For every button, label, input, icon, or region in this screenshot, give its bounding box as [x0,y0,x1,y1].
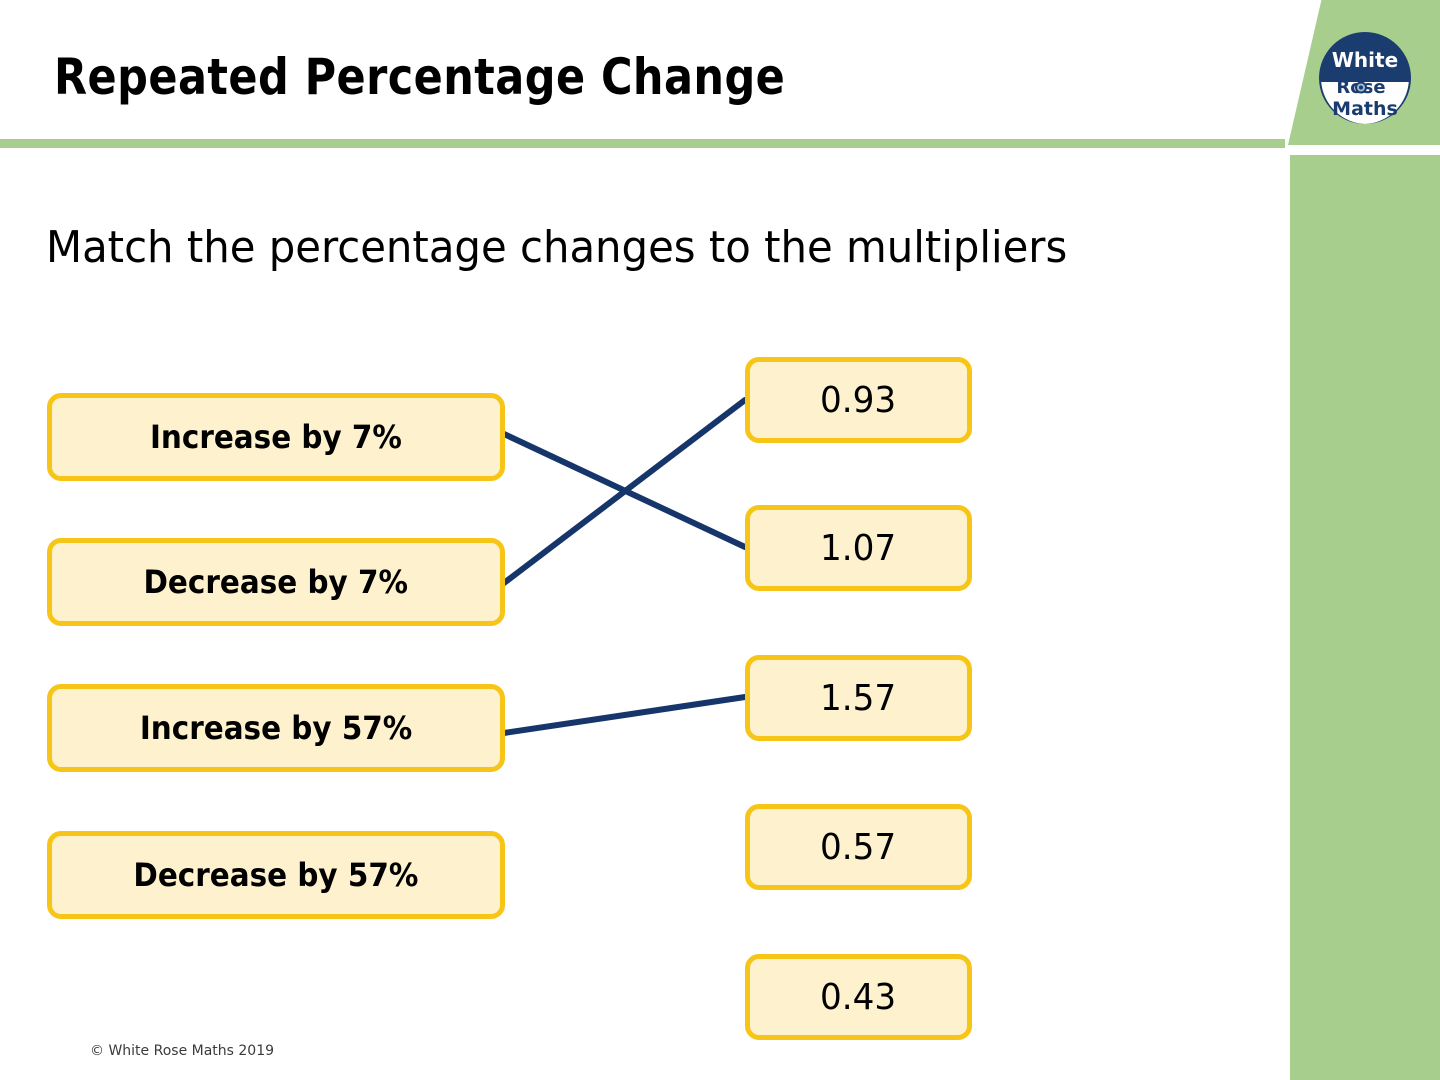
connector-line[interactable] [501,431,748,550]
percentage-change-label: Increase by 7% [150,418,402,456]
multiplier-card[interactable]: 0.93 [745,357,972,443]
page-title: Repeated Percentage Change [54,48,786,106]
percentage-change-label: Increase by 57% [139,709,413,747]
logo-line-white: White [1332,48,1398,72]
white-rose-maths-logo: White Rose Maths [1317,30,1413,126]
percentage-change-card[interactable]: Decrease by 57% [47,831,505,919]
multiplier-card[interactable]: 0.57 [745,804,972,890]
multiplier-label: 0.57 [820,826,897,868]
slide-canvas: Repeated Percentage Change Match the per… [0,0,1440,1080]
multiplier-card[interactable]: 1.57 [745,655,972,741]
logo-line-maths: Maths [1332,98,1398,120]
multiplier-label: 1.57 [820,677,897,719]
percentage-change-label: Decrease by 57% [133,856,419,894]
copyright-text: © White Rose Maths 2019 [90,1043,275,1059]
percentage-change-card[interactable]: Increase by 57% [47,684,505,772]
multiplier-card[interactable]: 0.43 [745,954,972,1040]
title-underline [0,139,1285,148]
logo-svg: White Rose Maths [1319,32,1411,124]
right-green-panel [1290,155,1440,1080]
multiplier-label: 1.07 [820,527,897,569]
rose-icon-core [1359,85,1363,90]
percentage-change-label: Decrease by 7% [143,563,409,601]
multiplier-label: 0.93 [820,379,897,421]
connector-line[interactable] [501,694,748,736]
multiplier-card[interactable]: 1.07 [745,505,972,591]
connector-line[interactable] [501,397,748,586]
instruction-text: Match the percentage changes to the mult… [46,222,1068,273]
multiplier-label: 0.43 [820,976,897,1018]
percentage-change-card[interactable]: Decrease by 7% [47,538,505,626]
percentage-change-card[interactable]: Increase by 7% [47,393,505,481]
